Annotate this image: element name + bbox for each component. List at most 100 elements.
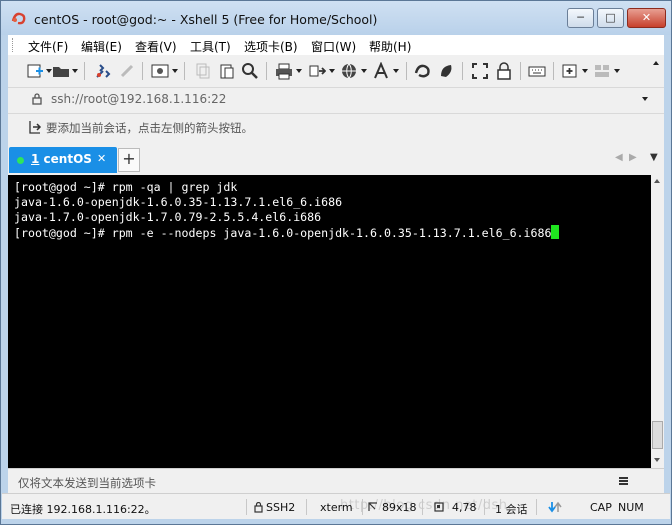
divider [8,87,664,88]
maximize-button[interactable]: □ [597,8,624,28]
menu-window[interactable]: 窗口(W) [311,38,356,55]
menu-tools[interactable]: 工具(T) [190,38,231,55]
address-bar[interactable]: ssh://root@192.168.1.116:22 [14,89,656,109]
transfer-dropdown-icon[interactable] [329,69,335,73]
caps-lock-indicator: CAP [590,501,612,514]
tab-centos[interactable]: 1 centOS ✕ [9,147,117,173]
resize-icon [368,502,377,511]
tab-scroll-right-icon[interactable]: ▶ [629,152,637,163]
compose-menu-icon[interactable] [619,477,628,485]
xshell-window: centOS - root@god:~ - Xshell 5 (Free for… [0,0,672,525]
status-bar: http://blog.csdn.net/dsh... 已连接 192.168.… [2,493,670,519]
menu-bar: 文件(F) 编辑(E) 查看(V) 工具(T) 选项卡(B) 窗口(W) 帮助(… [8,35,664,55]
divider [8,113,664,114]
terminal-cursor [551,225,560,239]
close-button[interactable]: ✕ [627,8,666,28]
terminal-command-text: [root@god ~]# rpm -e --nodeps java-1.6.0… [14,226,552,240]
transfer-icon[interactable] [308,62,326,80]
title-bar[interactable]: centOS - root@god:~ - Xshell 5 (Free for… [1,1,671,35]
terminal-type: xterm [320,501,353,514]
tab-label: 1 centOS [31,152,92,166]
xshell-brand-icon[interactable] [438,62,456,80]
toolbar-separator [142,62,143,80]
address-dropdown-icon[interactable] [642,97,648,101]
status-separator [362,499,363,515]
new-tab-button[interactable]: + [118,148,140,172]
open-dropdown-icon[interactable] [72,69,78,73]
terminal-size: 89x18 [382,501,417,514]
add-icon[interactable] [561,62,579,80]
globe-dropdown-icon[interactable] [361,69,367,73]
copy-icon[interactable] [194,62,212,80]
find-icon[interactable] [241,62,259,80]
lock-icon[interactable] [495,62,513,80]
cursor-position: 4,78 [452,501,477,514]
session-count: 1 会话 [495,503,528,516]
window-title: centOS - root@god:~ - Xshell 5 (Free for… [34,12,378,27]
protocol-status: SSH2 [266,501,296,514]
cursor-position-icon [434,502,444,512]
secure-lock-icon [254,502,263,513]
keyboard-icon[interactable] [528,62,546,80]
client-area: 文件(F) 编辑(E) 查看(V) 工具(T) 选项卡(B) 窗口(W) 帮助(… [2,35,670,519]
globe-icon[interactable] [340,62,358,80]
reconnect-icon[interactable] [94,62,112,80]
terminal-line: [root@god ~]# rpm -e --nodeps java-1.6.0… [14,225,651,240]
print-icon[interactable] [275,62,293,80]
fullscreen-icon[interactable] [471,62,489,80]
tab-list-icon[interactable]: ▼ [650,152,658,163]
font-icon[interactable] [372,62,390,80]
menu-tabs[interactable]: 选项卡(B) [244,38,298,55]
menu-view[interactable]: 查看(V) [135,38,177,55]
status-separator [484,499,485,515]
disconnect-icon[interactable] [118,62,136,80]
layout-dropdown-icon[interactable] [614,69,620,73]
status-separator [422,499,423,515]
properties-icon[interactable] [151,62,169,80]
print-dropdown-icon[interactable] [296,69,302,73]
toolbar [8,57,664,85]
menu-help[interactable]: 帮助(H) [369,38,411,55]
toolbar-separator [406,62,407,80]
add-session-arrow-icon[interactable] [28,120,42,134]
compose-input[interactable]: 仅将文本发送到当前选项卡 [18,475,156,491]
compose-bar: 仅将文本发送到当前选项卡 [8,468,664,493]
terminal-line: java-1.7.0-openjdk-1.7.0.79-2.5.5.4.el6.… [14,210,322,224]
layout-icon[interactable] [593,62,611,80]
session-hint-bar: 要添加当前会话，点击左侧的箭头按钮。 [14,117,656,137]
status-separator [536,499,537,515]
minimize-button[interactable]: ─ [567,8,594,28]
add-dropdown-icon[interactable] [582,69,588,73]
terminal-scrollbar[interactable] [651,175,664,468]
new-session-icon[interactable] [26,62,44,80]
toolbar-separator [266,62,267,80]
font-dropdown-icon[interactable] [393,69,399,73]
scroll-up-icon[interactable] [654,179,660,183]
paste-icon[interactable] [218,62,236,80]
properties-dropdown-icon[interactable] [172,69,178,73]
status-separator [306,499,307,515]
menu-file[interactable]: 文件(F) [28,38,68,55]
menu-grip[interactable] [12,38,15,52]
terminal-line: [root@god ~]# rpm -qa | grep jdk [14,180,238,194]
xshell-logo-icon [11,12,26,25]
transfer-updown-icon [548,501,562,513]
tab-close-icon[interactable]: ✕ [97,152,106,165]
toolbar-separator [520,62,521,80]
tab-scroll-left-icon[interactable]: ◀ [615,152,623,163]
connected-status-dot [17,157,24,164]
tab-bar: 1 centOS ✕ + ◀ ▶ ▼ [8,145,664,173]
toolbar-overflow-icon[interactable] [653,61,659,65]
num-lock-indicator: NUM [618,501,644,514]
menu-edit[interactable]: 编辑(E) [81,38,122,55]
open-folder-icon[interactable] [52,62,70,80]
address-field[interactable]: ssh://root@192.168.1.116:22 [51,92,226,106]
xftp-icon[interactable] [414,62,432,80]
toolbar-separator [462,62,463,80]
connection-status: 已连接 192.168.1.116:22。 [10,503,156,516]
scroll-down-icon[interactable] [654,458,660,462]
scrollbar-thumb[interactable] [652,421,663,449]
status-separator [246,499,247,515]
toolbar-separator [84,62,85,80]
terminal-screen[interactable]: [root@god ~]# rpm -qa | grep jdk java-1.… [8,175,651,468]
